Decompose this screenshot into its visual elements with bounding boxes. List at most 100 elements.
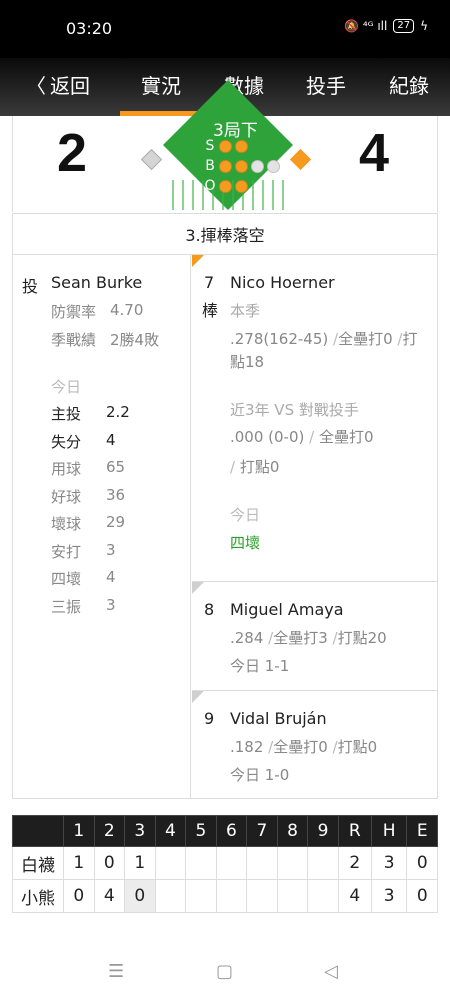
inning-cell: 0 (93, 846, 126, 880)
third-base-icon (140, 148, 163, 171)
system-navigation-bar: ☰ ▢ ◁ (0, 950, 450, 1000)
out-count: O (204, 178, 248, 194)
header-cell: H (370, 815, 408, 847)
ball-label: B (205, 158, 215, 174)
season-avg: .278(162-45) (230, 330, 329, 348)
team-name: 小熊 (12, 879, 64, 913)
divider (192, 690, 438, 691)
ball-dot (235, 159, 248, 173)
back-label: 返回 (50, 74, 90, 98)
record-label: 季戰績 (51, 331, 97, 349)
chevron-left-icon: 〈 (26, 74, 46, 98)
pitcher-name[interactable]: Sean Burke (51, 273, 142, 292)
inning-cell-current: 0 (124, 879, 156, 913)
pitcher-panel: 投 Sean Burke 防禦率 4.70 季戰績 2勝4敗 今日 主投 2.2… (13, 255, 191, 798)
stat-value: 3 (106, 596, 116, 614)
back-button[interactable]: 〈 返回 (26, 70, 90, 99)
batter-rbi: 打點0 (337, 738, 378, 756)
batter-today-result: 四壞 (230, 534, 261, 552)
batter-today: 今日 1-0 (230, 766, 290, 784)
matchup-details: 投 Sean Burke 防禦率 4.70 季戰績 2勝4敗 今日 主投 2.2… (12, 255, 438, 799)
batter-name[interactable]: Miguel Amaya (230, 600, 344, 619)
stat-value: 36 (106, 486, 126, 504)
header-cell: 5 (185, 815, 217, 847)
battery-icon: 27 (393, 19, 415, 33)
header-cell: 3 (124, 815, 156, 847)
vs-stats-line: .000 (0-0) / 全壘打0 (230, 426, 374, 447)
ball-count: B (204, 158, 280, 174)
season-label: 本季 (230, 302, 261, 320)
batter-hr: 全壘打3 (273, 629, 328, 647)
stat-label: 用球 (51, 460, 82, 478)
stat-value: 4 (106, 568, 116, 586)
status-time: 03:20 (66, 19, 113, 38)
divider: / (304, 428, 319, 446)
hits-cell: 3 (370, 879, 408, 913)
out-label: O (204, 178, 216, 194)
divider: / (263, 629, 274, 647)
batter-today-label: 今日 (230, 506, 261, 524)
play-result: 3.揮棒落空 (12, 213, 438, 255)
vs-hr: 全壘打0 (318, 428, 374, 446)
inning-cell (185, 846, 217, 880)
header-cell: 4 (154, 815, 187, 847)
linescore-row-home: 小熊 0 4 0 4 3 0 (12, 879, 438, 913)
stat-value: 3 (106, 541, 116, 559)
inning-cell (246, 846, 278, 880)
pitcher-role-label: 投 (22, 277, 39, 296)
inning-cell: 1 (124, 846, 156, 880)
strike-label: S (205, 138, 215, 154)
status-bar: 03:20 🔕 ⁴ᴳ ıll 27 ϟ (0, 0, 450, 58)
batter-order: 7 (204, 273, 215, 292)
errors-cell: 0 (406, 879, 438, 913)
strike-count: S (204, 138, 248, 154)
header-cell (12, 815, 64, 847)
strike-dot (219, 139, 232, 153)
season-rbi-part: 打 (402, 330, 418, 348)
inning-cell: 1 (63, 846, 95, 880)
recent-apps-icon[interactable]: ☰ (108, 961, 124, 982)
batter-stats-line: .182 /全壘打0 /打點0 (230, 736, 377, 757)
batter-rbi: 打點20 (337, 629, 387, 647)
batter-order-suffix: 棒 (202, 301, 219, 320)
divider: / (327, 738, 338, 756)
home-icon[interactable]: ▢ (216, 961, 233, 982)
runs-cell: 2 (337, 846, 372, 880)
inning-cell (154, 879, 187, 913)
score-area: 2 4 3局下 S B O (12, 80, 438, 212)
current-batter-marker (192, 255, 204, 267)
batter-marker (192, 691, 204, 703)
header-cell: R (337, 815, 372, 847)
tab-records[interactable]: 紀錄 (389, 70, 429, 99)
season-hr: 全壘打0 (338, 330, 393, 348)
ball-dot (219, 159, 232, 173)
first-base-icon (289, 148, 312, 171)
linescore-table: 1 2 3 4 5 6 7 8 9 R H E 白襪 1 0 1 2 3 0 小… (12, 815, 438, 913)
stat-value: 4 (106, 431, 116, 449)
batter-name[interactable]: Nico Hoerner (230, 273, 335, 292)
inning-cell (246, 879, 278, 913)
batter-today: 今日 1-1 (230, 657, 290, 675)
batter-hr: 全壘打0 (273, 738, 328, 756)
batter-name[interactable]: Vidal Bruján (230, 709, 327, 728)
tab-pitchers[interactable]: 投手 (306, 70, 346, 99)
era-label: 防禦率 (51, 303, 97, 321)
inning-cell: 0 (63, 879, 95, 913)
batter-order: 9 (204, 709, 215, 728)
batter-avg: .182 (230, 738, 264, 756)
out-dot (219, 179, 232, 193)
header-cell: 7 (246, 815, 278, 847)
linescore-header-row: 1 2 3 4 5 6 7 8 9 R H E (12, 815, 438, 847)
divider (192, 581, 438, 582)
inning-cell (154, 846, 187, 880)
back-icon[interactable]: ◁ (324, 961, 338, 982)
inning-cell: 4 (93, 879, 126, 913)
batter-panel: 7 棒 Nico Hoerner 本季 .278(162-45) /全壘打0 /… (192, 255, 438, 798)
vs-pitcher-label: 近3年 VS 對戰投手 (230, 401, 359, 419)
inning-cell (215, 846, 248, 880)
status-signal-icons: 🔕 ⁴ᴳ ıll (344, 19, 388, 33)
pitcher-today-label: 今日 (51, 378, 82, 396)
stat-label: 壞球 (51, 515, 82, 533)
vs-avg: .000 (0-0) (230, 428, 305, 446)
stat-label: 主投 (51, 405, 82, 423)
